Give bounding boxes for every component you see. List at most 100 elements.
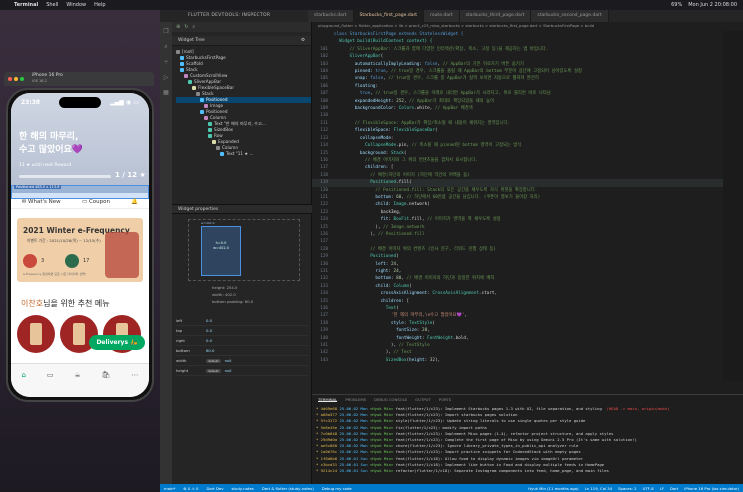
code-line: 123 backImg, [312, 209, 743, 216]
terminal-output[interactable]: * 4d09e68 25.06.02 Mon <Hyuk Min> feat(f… [312, 404, 743, 476]
minimap[interactable] [723, 31, 743, 381]
menubar-item-window[interactable]: Window [66, 2, 86, 8]
line-text [334, 238, 350, 245]
whats-new-tab[interactable]: ✉ What's New [22, 199, 61, 205]
statusbar-item[interactable]: Dart & flutter (study-notes) [262, 486, 314, 491]
statusbar-item[interactable]: LF [660, 486, 664, 491]
bell-icon[interactable]: 🔔 [131, 199, 138, 205]
statusbar-item[interactable]: Dart [670, 486, 678, 491]
delivery-button[interactable]: Deliverys 🛵 [89, 335, 145, 350]
property-value: 0.0 [206, 318, 213, 323]
coupon-tab[interactable]: ▭ Coupon [82, 199, 110, 205]
editor-tab[interactable]: starbucks.dart [308, 10, 354, 22]
line-text: fontSize: 28, [396, 328, 430, 334]
commit-auth: <Hyuk Min> [369, 449, 394, 455]
green-frequency-count: 17 [83, 258, 90, 264]
line-number: 132 [320, 276, 328, 282]
statusbar-item[interactable]: Hyuk Min (11 months ago) [528, 486, 578, 491]
code-line: 127 [312, 238, 743, 245]
menubar-item-shell[interactable]: Shell [46, 2, 58, 8]
breadcrumb[interactable]: playground_flutter > flutter_application… [312, 22, 743, 30]
commit-hash: * 4d09e68 [316, 406, 338, 411]
line-text: fit: BoxFit.fill, // 이미지가 영역을 꽉 채우도록 설정 [380, 217, 501, 223]
search-icon[interactable]: ⌕ [164, 43, 167, 51]
statusbar-item[interactable]: Spaces: 2 [618, 486, 636, 491]
commit-auth: <Hyuk Min> [369, 461, 394, 467]
simulator-titlebar[interactable]: iPhone 16 Pro iOS 18.2 [4, 72, 154, 86]
statusbar-item[interactable]: ⊗ 0 ⚠ 0 [183, 486, 198, 491]
menubar-clock[interactable]: Mon Jun 2 20:08:00 [688, 2, 737, 8]
menu-item[interactable] [17, 315, 55, 353]
widget-type-icon [176, 50, 180, 54]
editor-tab[interactable]: route.dart [424, 10, 460, 22]
statusbar-item[interactable]: UTF-8 [643, 486, 654, 491]
widget-tree-node-label: [root] [182, 49, 194, 54]
line-text: crossAxisAlignment: CrossAxisAlignment.s… [380, 291, 498, 297]
property-row[interactable]: bottom 60.0 [176, 346, 308, 356]
shop-nav-icon[interactable]: 🛍 [102, 371, 111, 397]
battery-percent: 69% [671, 2, 683, 8]
select-widget-icon[interactable]: ⊕ [176, 24, 180, 30]
line-text: left: 24, [375, 261, 399, 267]
statusbar-item[interactable]: iPhone 16 Pro (ios simulator) [684, 486, 739, 491]
close-window-button[interactable] [8, 77, 12, 81]
widget-tree-node-label: Text "11 ★ ... [226, 151, 254, 156]
status-time: 23:38 [21, 99, 41, 106]
code-line: 142 ), // Text [312, 349, 743, 356]
widget-tree-node-label: StarbucksFirstPage [186, 55, 226, 60]
code-line: 113 collapseMode: [312, 135, 743, 142]
code-lines[interactable]: class StarbucksFirstPage extends Statele… [312, 31, 743, 364]
widget-tree-node[interactable]: Text "11 ★ ... [176, 151, 311, 157]
panel-tab-output[interactable]: OUTPUT [415, 397, 430, 402]
property-row[interactable]: right 0.0 [176, 336, 308, 346]
line-text: flexibleSpace: FlexibleSpaceBar( [354, 128, 438, 134]
code-line: 107 true, // true일 경우, 스크롤을 아래로 내리면 AppB… [312, 90, 743, 97]
code-editor[interactable]: playground_flutter > flutter_application… [312, 22, 743, 394]
statusbar-item[interactable]: main* [164, 486, 175, 491]
property-row[interactable]: top 0.0 [176, 326, 308, 336]
panel-tab-debug-console[interactable]: DEBUG CONSOLE [374, 397, 407, 402]
search-icon[interactable]: ⌕ [192, 24, 195, 30]
code-line: 119 Positioned.fill( [312, 179, 743, 187]
editor-tab[interactable]: Starbucks_first_page.dart [353, 10, 425, 22]
property-row[interactable]: height default null [176, 366, 308, 376]
line-text: style: TextStyle( [390, 320, 435, 326]
property-row[interactable]: width default null [176, 356, 308, 366]
widget-type-icon [216, 146, 220, 150]
minimize-window-button[interactable] [14, 77, 18, 81]
menubar-item-help[interactable]: Help [94, 2, 105, 8]
line-text: right: 24, [375, 269, 402, 274]
code-line: 129 Positioned( [312, 253, 743, 260]
code-line: 111 // FlexibleSpace: AppBar가 확장/축소될 때 내… [312, 120, 743, 127]
menubar-app-name[interactable]: Terminal [14, 2, 38, 8]
editor-tab[interactable]: starbucks_second_page.dart [531, 10, 609, 22]
statusbar-item[interactable]: study-notes [231, 486, 253, 491]
layout-box[interactable]: h=0.0 w=402.0 [201, 226, 241, 276]
activity-bar: ❐ ⌕ ⑂ ▷ ▦ [160, 22, 172, 484]
explorer-icon[interactable]: ❐ [163, 28, 168, 35]
order-nav-icon[interactable]: ☕ [74, 371, 80, 397]
panel-tab-problems[interactable]: PROBLEMS [345, 397, 366, 402]
code-line: 140 fontWeight: FontWeight.bold, [312, 335, 743, 342]
statusbar-item[interactable]: Ln 119, Col 34 [585, 486, 612, 491]
commit-auth: <Hyuk Min> [369, 437, 394, 443]
line-text [334, 112, 350, 119]
run-debug-icon[interactable]: ▷ [164, 74, 169, 81]
settings-icon[interactable]: ⚙ [301, 38, 305, 43]
editor-tab[interactable]: starbucks_third_page.dart [459, 10, 532, 22]
more-nav-icon[interactable]: ⋯ [131, 371, 138, 397]
home-nav-icon[interactable]: ⌂ [21, 371, 25, 397]
statusbar-item[interactable]: Debug my code [322, 486, 352, 491]
extensions-icon[interactable]: ▦ [163, 89, 169, 96]
line-text: bottom: 60, // 하단에서 60만큼 공간을 남깁니다. (쿠폰이 … [375, 194, 541, 200]
refresh-icon[interactable]: ↻ [184, 24, 188, 30]
vscode-window: FLUTTER DEVTOOLS: INSPECTOR starbucks.da… [160, 10, 743, 492]
e-frequency-banner[interactable]: 2021 Winter e-Frequency 이벤트 기간 : 2021/10… [17, 218, 143, 282]
source-control-icon[interactable]: ⑂ [164, 59, 168, 66]
property-row[interactable]: left 0.0 [176, 316, 308, 326]
panel-tab-terminal[interactable]: TERMINAL [318, 397, 338, 402]
pay-nav-icon[interactable]: ▭ [47, 371, 54, 397]
statusbar-item[interactable]: Dart Dev [206, 486, 223, 491]
zoom-window-button[interactable] [20, 77, 24, 81]
panel-tab-ports[interactable]: PORTS [439, 397, 451, 402]
